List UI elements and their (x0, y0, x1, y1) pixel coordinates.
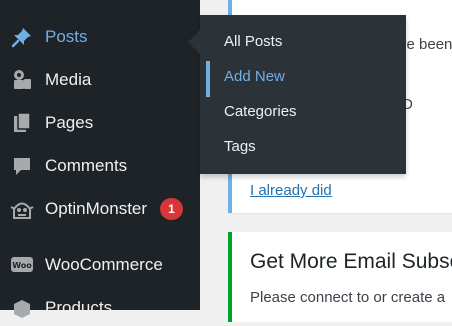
submenu-categories[interactable]: Categories (200, 94, 406, 128)
menu-item-label: OptinMonster (45, 199, 148, 218)
menu-item-label: WooCommerce (45, 255, 163, 274)
pages-icon (10, 112, 34, 134)
menu-item-posts[interactable]: Posts (0, 19, 200, 55)
menu-item-media[interactable]: Media (0, 62, 200, 98)
menu-item-comments[interactable]: Comments (0, 148, 200, 184)
comments-icon (10, 155, 34, 177)
svg-text:Woo: Woo (12, 261, 32, 270)
submenu-all-posts[interactable]: All Posts (200, 24, 406, 58)
media-icon (10, 69, 34, 91)
optinmonster-icon (10, 198, 34, 220)
menu-item-pages[interactable]: Pages (0, 105, 200, 141)
products-icon (10, 297, 34, 319)
menu-item-label: Comments (45, 156, 128, 175)
menu-item-label: Pages (45, 113, 94, 132)
email-subscribers-notice: Get More Email Subsc Please connect to o… (228, 232, 452, 322)
menu-item-optinmonster[interactable]: OptinMonster 1 (0, 191, 200, 227)
admin-sidebar: Posts Media Pages Comments OptinMonster … (0, 0, 200, 318)
menu-item-woocommerce[interactable]: Woo WooCommerce (0, 247, 200, 283)
submenu-add-new[interactable]: Add New (200, 59, 406, 97)
notification-badge: 1 (160, 198, 183, 220)
notice-text: ve been (399, 36, 452, 53)
menu-item-products[interactable]: Products (0, 290, 200, 326)
menu-item-label: Products (45, 298, 113, 317)
submenu-tags[interactable]: Tags (200, 129, 406, 163)
woocommerce-icon: Woo (10, 254, 34, 276)
menu-item-label: Posts (45, 27, 88, 46)
posts-submenu-flyout: All Posts Add New Categories Tags (188, 15, 406, 174)
already-did-link[interactable]: I already did (250, 182, 332, 199)
notice-title: Get More Email Subsc (250, 250, 452, 273)
flyout-pointer (188, 30, 200, 54)
pin-icon (10, 26, 34, 48)
menu-item-label: Media (45, 70, 92, 89)
notice-description: Please connect to or create a (250, 289, 446, 306)
